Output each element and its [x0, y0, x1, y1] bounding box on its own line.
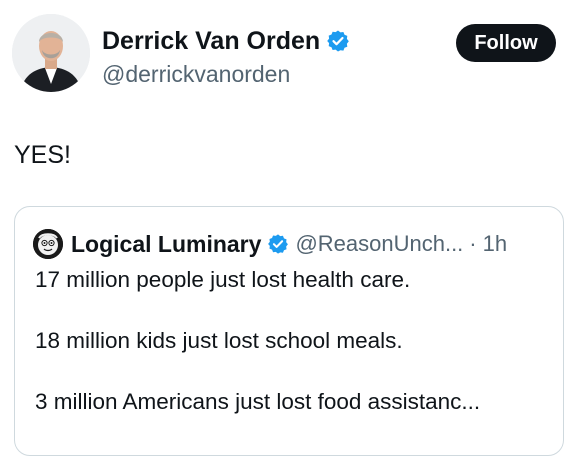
verified-badge-icon — [327, 30, 349, 52]
author-name-row: Derrick Van Orden — [102, 26, 350, 56]
profile-photo-icon — [12, 14, 90, 92]
quoted-tweet-header: Logical Luminary @ReasonUnch... · 1h — [33, 229, 507, 259]
quoted-author-name: Logical Luminary — [71, 230, 262, 257]
quoted-author-handle: @ReasonUnch... — [295, 231, 464, 256]
quoted-paragraph: 3 million Americans just lost food assis… — [35, 389, 481, 414]
quoted-author-avatar — [33, 229, 63, 259]
quoted-paragraph: 18 million kids just lost school meals. — [35, 328, 403, 353]
quoted-tweet-time: 1h — [482, 231, 508, 256]
tweet-text: YES! — [14, 141, 71, 169]
separator-dot: · — [469, 231, 477, 256]
tweet-header: Derrick Van Orden @derrickvanorden Follo… — [12, 14, 568, 98]
author-avatar[interactable] — [12, 14, 90, 92]
cartoon-avatar-icon — [33, 229, 63, 259]
author-display-name[interactable]: Derrick Van Orden — [102, 26, 320, 56]
quoted-tweet-body: 17 million people just lost health care.… — [35, 265, 550, 448]
quoted-paragraph: 17 million people just lost health care. — [35, 267, 411, 292]
verified-badge-icon — [268, 234, 289, 254]
author-handle[interactable]: @derrickvanorden — [102, 60, 290, 88]
quoted-tweet-card[interactable]: Logical Luminary @ReasonUnch... · 1h 17 … — [14, 206, 564, 456]
follow-button[interactable]: Follow — [456, 24, 556, 62]
